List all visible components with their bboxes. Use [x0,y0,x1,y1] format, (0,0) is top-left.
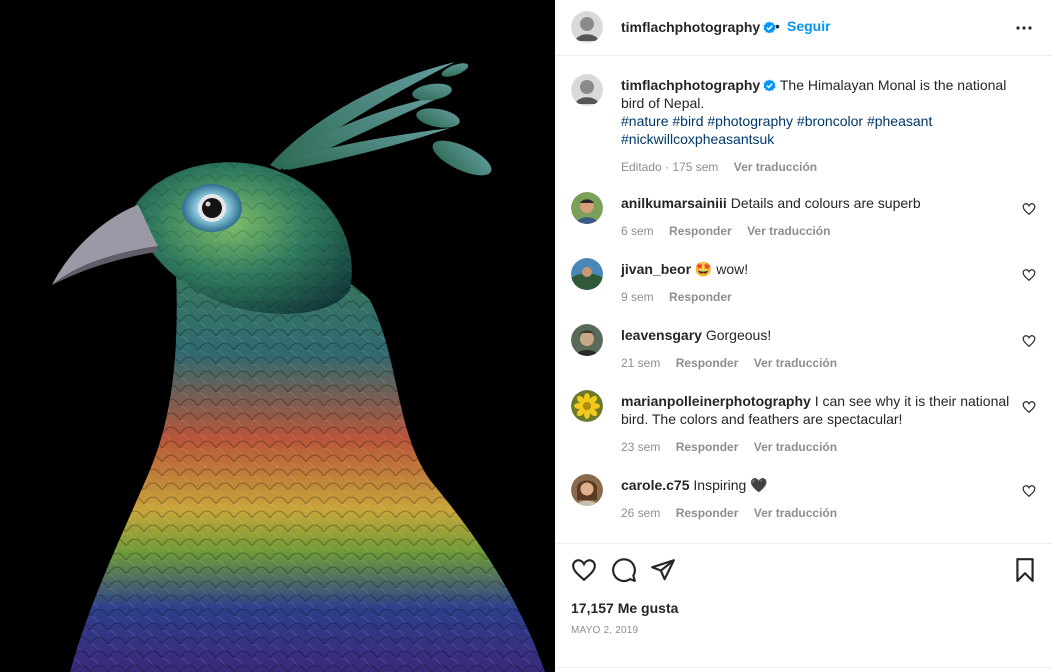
reply-button[interactable]: Responder [669,224,732,238]
comment-age[interactable]: 23 sem [621,440,660,454]
comment-body: jivan_beor 🤩 wow! 9 sem Responder [621,260,1011,304]
reply-button[interactable]: Responder [676,356,739,370]
post-photo[interactable] [0,0,555,672]
comment-username[interactable]: carole.c75 [621,477,690,493]
caption-age[interactable]: 175 sem [672,160,718,174]
caption-username[interactable]: timflachphotography [621,77,776,93]
likes-count[interactable]: 17,157 Me gusta [571,600,678,616]
caption-avatar[interactable] [571,74,603,106]
comment-icon[interactable] [611,557,637,583]
comment-meta: 9 sem Responder [621,290,1011,304]
verified-badge-icon [763,79,776,92]
comment-age[interactable]: 21 sem [621,356,660,370]
comment-username[interactable]: jivan_beor [621,261,691,277]
heart-icon[interactable] [571,557,597,583]
caption-username-text[interactable]: timflachphotography [621,77,760,93]
comment-meta: 23 sem Responder Ver traducción [621,440,1011,454]
author-username[interactable]: timflachphotography [621,19,776,35]
follow-button[interactable]: Seguir [787,18,831,34]
reply-button[interactable]: Responder [676,440,739,454]
post-date[interactable]: MAYO 2, 2019 [571,625,638,636]
comment-meta: 26 sem Responder Ver traducción [621,506,1011,520]
translate-link[interactable]: Ver traducción [754,356,837,370]
caption-meta: Editado · 175 sem Ver traducción [621,160,1021,174]
caption-translate-link[interactable]: Ver traducción [734,160,817,174]
commenter-avatar[interactable] [571,192,603,224]
post-header: timflachphotography • Seguir [555,0,1052,56]
more-horizontal-icon[interactable] [1012,16,1036,40]
bookmark-icon[interactable] [1012,557,1038,583]
comment-meta: 6 sem Responder Ver traducción [621,224,1011,238]
caption-text-block: timflachphotography The Himalayan Monal … [621,76,1021,174]
meta-dot: · [665,160,670,174]
comment-text: Details and colours are superb [730,195,921,211]
author-avatar[interactable] [571,11,603,43]
translate-link[interactable]: Ver traducción [754,440,837,454]
commenter-avatar[interactable] [571,390,603,422]
comment-like-heart-icon[interactable] [1022,202,1036,216]
comment-like-heart-icon[interactable] [1022,400,1036,414]
comment-meta: 21 sem Responder Ver traducción [621,356,1011,370]
comment-like-heart-icon[interactable] [1022,334,1036,348]
comment-username[interactable]: marianpolleinerphotography [621,393,811,409]
edited-label: Editado [621,160,662,174]
comment-text: Gorgeous! [705,327,772,343]
translate-link[interactable]: Ver traducción [747,224,830,238]
comment-text: 🤩 wow! [694,261,749,277]
commenter-avatar[interactable] [571,258,603,290]
translate-link[interactable]: Ver traducción [754,506,837,520]
commenter-avatar[interactable] [571,474,603,506]
add-comment-bar [555,667,1052,672]
comment-age[interactable]: 6 sem [621,224,654,238]
comment-text: Inspiring 🖤 [693,477,768,493]
header-separator: • [775,18,780,34]
comment-username[interactable]: anilkumarsainiii [621,195,727,211]
comment-age[interactable]: 9 sem [621,290,654,304]
share-icon[interactable] [650,557,676,583]
post-actions: 17,157 Me gusta MAYO 2, 2019 [555,543,1052,672]
comment-body: carole.c75 Inspiring 🖤 26 sem Responder … [621,476,1011,520]
caption-hashtags[interactable]: #nature #bird #photography #broncolor #p… [621,112,1021,148]
commenter-avatar[interactable] [571,324,603,356]
comment-body: leavensgary Gorgeous! 21 sem Responder V… [621,326,1011,370]
post-side-panel: timflachphotography • Seguir timflachpho… [555,0,1052,672]
reply-button[interactable]: Responder [669,290,732,304]
author-username-text[interactable]: timflachphotography [621,19,760,35]
comment-age[interactable]: 26 sem [621,506,660,520]
comment-like-heart-icon[interactable] [1022,268,1036,282]
comments-list[interactable]: timflachphotography The Himalayan Monal … [555,56,1052,543]
comment-like-heart-icon[interactable] [1022,484,1036,498]
comment-body: marianpolleinerphotography I can see why… [621,392,1011,454]
comment-username[interactable]: leavensgary [621,327,702,343]
himalayan-monal-image [52,62,545,672]
reply-button[interactable]: Responder [676,506,739,520]
comment-body: anilkumarsainiii Details and colours are… [621,194,1011,238]
